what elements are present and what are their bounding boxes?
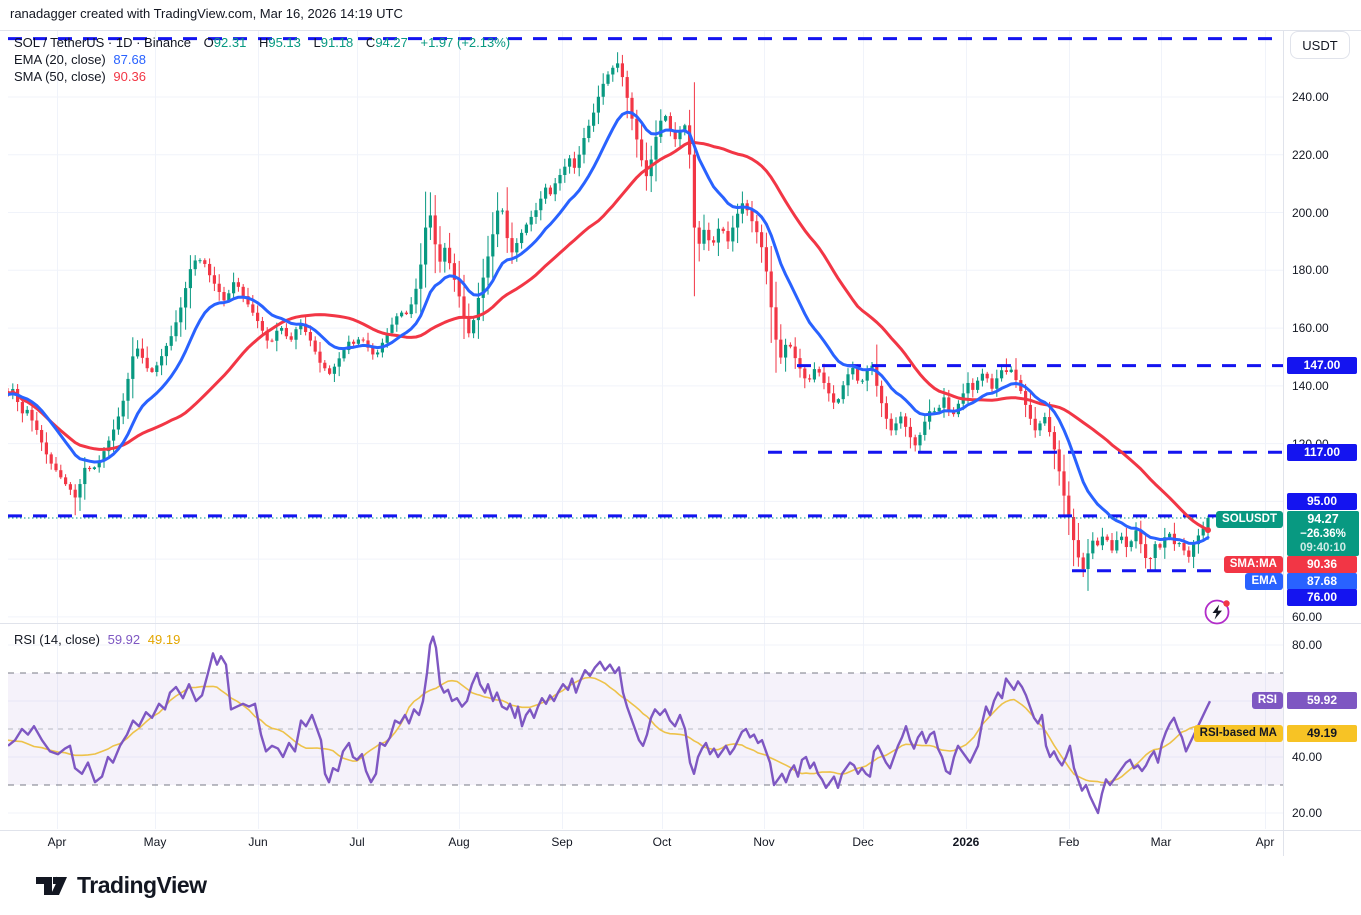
- chart-canvas[interactable]: [0, 0, 1361, 915]
- legend-symbol-row[interactable]: SOL / TetherUS · 1D · Binance O92.31 H95…: [14, 35, 510, 50]
- price-axis-label: 60.00: [1292, 609, 1322, 625]
- legend-rsi-row[interactable]: RSI (14, close) 59.92 49.19: [14, 632, 180, 647]
- time-axis-label: May: [144, 835, 167, 849]
- currency-toggle-button[interactable]: USDT: [1290, 31, 1350, 59]
- time-axis-label: Oct: [653, 835, 672, 849]
- ohlc-low-label: L: [314, 35, 321, 50]
- rsi-ma-value: 49.19: [148, 632, 181, 647]
- sma-label[interactable]: SMA (50, close): [14, 69, 106, 84]
- ohlc-close-label: C: [366, 35, 375, 50]
- time-axis-label: Mar: [1151, 835, 1172, 849]
- time-axis-label: Apr: [48, 835, 67, 849]
- rsi-value-badge: 59.92: [1287, 692, 1357, 709]
- tradingview-logo-text: TradingView: [77, 872, 207, 899]
- rsi-axis-label: 20.00: [1292, 805, 1322, 821]
- time-axis-label: Jul: [349, 835, 364, 849]
- price-axis-label: 240.00: [1292, 89, 1329, 105]
- time-axis-label: Feb: [1059, 835, 1080, 849]
- chart-svg: [0, 0, 1361, 915]
- time-axis-label: Dec: [852, 835, 873, 849]
- rsi-value-badge: 49.19: [1287, 725, 1357, 742]
- price-level-badge: 76.00: [1287, 589, 1357, 606]
- watermark-text: ranadagger created with TradingView.com,…: [10, 6, 403, 21]
- legend-ema-row[interactable]: EMA (20, close) 87.68: [14, 52, 146, 67]
- ohlc-open-label: O: [204, 35, 214, 50]
- candlestick-series: [6, 52, 1209, 591]
- series-name-label: RSI-based MA: [1194, 725, 1283, 742]
- time-axis-label: Aug: [448, 835, 469, 849]
- price-axis-label: 160.00: [1292, 320, 1329, 336]
- time-axis-label: Jun: [248, 835, 267, 849]
- time-axis-label: Apr: [1256, 835, 1275, 849]
- series-name-label: EMA: [1245, 573, 1283, 590]
- symbol-title[interactable]: SOL / TetherUS · 1D · Binance: [14, 35, 191, 50]
- price-axis-label: 220.00: [1292, 147, 1329, 163]
- change-value: +1.97 (+2.13%): [420, 35, 510, 50]
- rsi-axis-label: 80.00: [1292, 637, 1322, 653]
- price-axis-label: 180.00: [1292, 262, 1329, 278]
- series-name-label: RSI: [1252, 692, 1283, 709]
- price-level-badge: 117.00: [1287, 444, 1357, 461]
- ema-label[interactable]: EMA (20, close): [14, 52, 106, 67]
- time-axis-label: Sep: [551, 835, 572, 849]
- lightning-bolt-icon: [1203, 597, 1233, 627]
- tradingview-chart-page: ranadagger created with TradingView.com,…: [0, 0, 1361, 915]
- ema-value: 87.68: [113, 52, 146, 67]
- sma-end-dot: [1205, 527, 1211, 533]
- rsi-value: 59.92: [108, 632, 141, 647]
- last-price-text: 94.27: [1287, 512, 1359, 527]
- horizontal-level-lines: [8, 39, 1283, 571]
- sma-value: 90.36: [113, 69, 146, 84]
- tradingview-logo[interactable]: TradingView: [36, 870, 207, 900]
- rsi-axis-label: 40.00: [1292, 749, 1322, 765]
- rsi-band: [8, 673, 1283, 785]
- time-axis-label: Nov: [753, 835, 774, 849]
- ohlc-high-label: H: [259, 35, 268, 50]
- legend-sma-row[interactable]: SMA (50, close) 90.36: [14, 69, 146, 84]
- price-level-badge: 90.36: [1287, 556, 1357, 573]
- ohlc-low-value: 91.18: [321, 35, 354, 50]
- series-name-label: SOLUSDT: [1216, 511, 1283, 528]
- last-price-text: −26.36%: [1287, 527, 1359, 541]
- price-level-badge: 95.00: [1287, 493, 1357, 510]
- series-name-label: SMA:MA: [1224, 556, 1283, 573]
- time-axis-label: 2026: [953, 835, 980, 849]
- price-axis-label: 140.00: [1292, 378, 1329, 394]
- price-level-badge: 87.68: [1287, 573, 1357, 590]
- sma-50-line: [8, 142, 1208, 530]
- last-price-badge: 94.27−26.36%09:40:10: [1287, 511, 1359, 556]
- ohlc-high-value: 95.13: [268, 35, 301, 50]
- ohlc-open-value: 92.31: [214, 35, 247, 50]
- price-level-badge: 147.00: [1287, 357, 1357, 374]
- price-axis-label: 200.00: [1292, 205, 1329, 221]
- instant-trading-icon[interactable]: [1203, 597, 1233, 632]
- tradingview-logo-mark: [36, 870, 67, 900]
- ohlc-close-value: 94.27: [375, 35, 408, 50]
- rsi-label[interactable]: RSI (14, close): [14, 632, 100, 647]
- bar-countdown: 09:40:10: [1287, 541, 1359, 555]
